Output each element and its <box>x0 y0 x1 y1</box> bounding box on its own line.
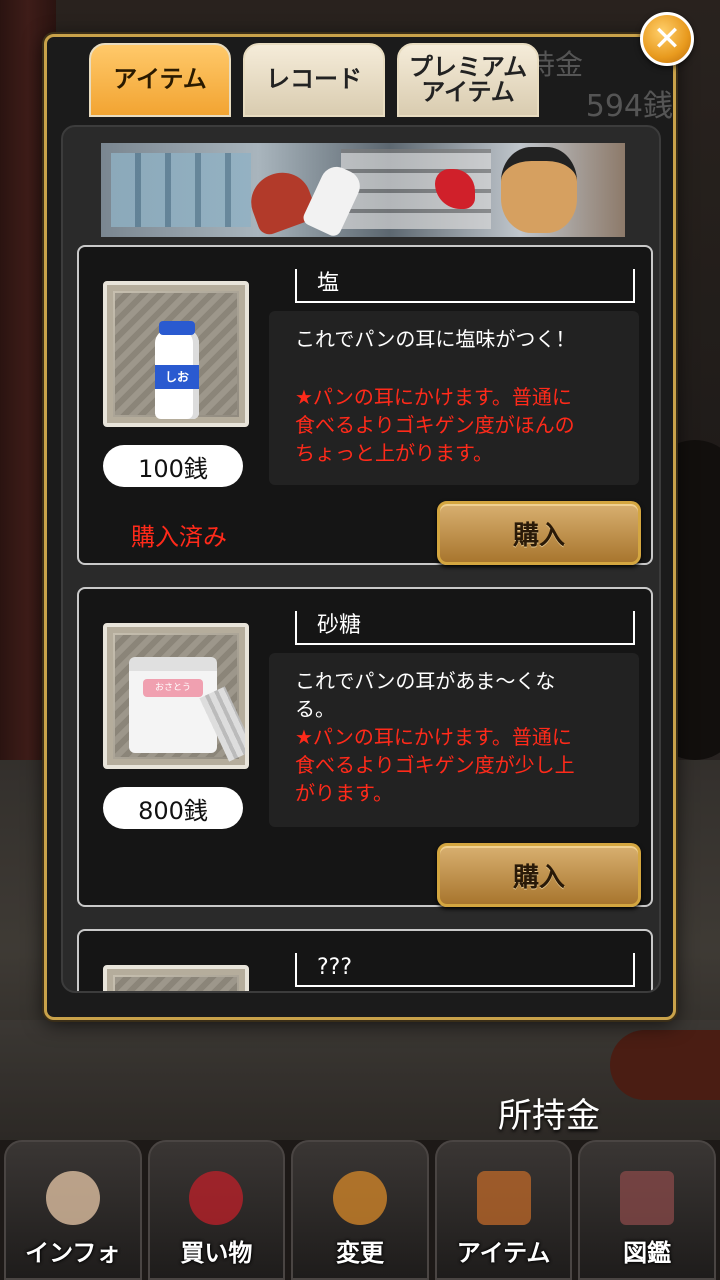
purse-icon <box>189 1171 244 1225</box>
nav-label: 図鑑 <box>623 1239 672 1267</box>
swap-icon <box>332 1171 387 1225</box>
list-item: おさとう 砂糖 800銭 これでパンの耳があま～くな る。 ★パンの耳にかけます… <box>77 587 653 907</box>
sugar-thumbnail: おさとう <box>103 623 249 769</box>
nav-label: 買い物 <box>180 1239 253 1267</box>
book-icon <box>620 1171 675 1225</box>
tab-records[interactable]: レコード <box>243 43 385 117</box>
nav-encyclopedia-button[interactable]: 図鑑 <box>578 1140 716 1280</box>
item-description-box: これでパンの耳があま～くな る。 ★パンの耳にかけます。普通に 食べるよりゴキゲ… <box>269 653 639 827</box>
item-price: 100銭 <box>103 445 243 487</box>
item-note: ★パンの耳にかけます。普通に 食べるよりゴキゲン度が少し上 がります。 <box>295 725 575 805</box>
bottom-nav: インフォ 買い物 変更 アイテム 図鑑 <box>0 1140 720 1280</box>
shop-banner-image <box>101 143 625 237</box>
money-label: 所持金 <box>498 1096 600 1136</box>
person-icon <box>45 1171 100 1225</box>
box-icon <box>476 1171 531 1225</box>
buy-button[interactable]: 購入 <box>437 843 641 907</box>
nav-label: 変更 <box>335 1239 384 1267</box>
unknown-item-thumbnail <box>103 965 249 991</box>
list-item: ??? <box>77 929 653 991</box>
item-description: これでパンの耳があま～くな る。 <box>295 669 556 721</box>
close-icon: ✕ <box>652 19 682 59</box>
item-price: 800銭 <box>103 787 243 829</box>
item-description: これでパンの耳に塩味がつく！ <box>295 327 576 351</box>
shop-modal: 所持金 594銭 アイテム レコード プレミアム アイテム しお 塩 100銭 … <box>44 34 676 1020</box>
close-button[interactable]: ✕ <box>640 12 694 66</box>
item-list[interactable]: しお 塩 100銭 購入済み これでパンの耳に塩味がつく！ ★パンの耳にかけます… <box>77 245 653 991</box>
nav-item-button[interactable]: アイテム <box>434 1140 573 1280</box>
item-description-box: これでパンの耳に塩味がつく！ ★パンの耳にかけます。普通に 食べるよりゴキゲン度… <box>269 311 639 485</box>
salt-thumbnail: しお <box>103 281 249 427</box>
item-note: ★パンの耳にかけます。普通に 食べるよりゴキゲン度がほんの ちょっと上がります。 <box>295 385 575 465</box>
item-name: 塩 <box>295 269 635 303</box>
purchased-status: 購入済み <box>131 523 227 551</box>
nav-label: インフォ <box>25 1239 121 1267</box>
nav-change-button[interactable]: 変更 <box>291 1140 429 1280</box>
nav-info-button[interactable]: インフォ <box>4 1140 142 1280</box>
nav-shopping-button[interactable]: 買い物 <box>147 1140 286 1280</box>
buy-button[interactable]: 購入 <box>437 501 641 565</box>
list-item: しお 塩 100銭 購入済み これでパンの耳に塩味がつく！ ★パンの耳にかけます… <box>77 245 653 565</box>
shopkeeper-image <box>501 147 577 233</box>
item-name: ??? <box>295 953 635 987</box>
nav-label: アイテム <box>456 1239 551 1267</box>
tab-premium-items[interactable]: プレミアム アイテム <box>397 43 539 117</box>
modal-money-value: 594銭 <box>585 89 673 124</box>
tab-items[interactable]: アイテム <box>89 43 231 117</box>
content-panel: しお 塩 100銭 購入済み これでパンの耳に塩味がつく！ ★パンの耳にかけます… <box>61 125 661 993</box>
item-name: 砂糖 <box>295 611 635 645</box>
tab-bar: アイテム レコード プレミアム アイテム <box>89 43 539 117</box>
